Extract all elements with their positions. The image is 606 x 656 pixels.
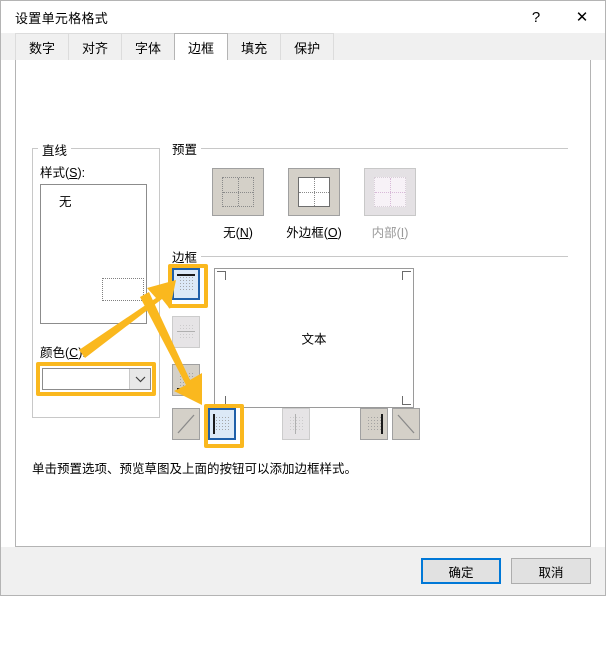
line-style-none-item[interactable]: 无 xyxy=(59,191,72,210)
color-swatch xyxy=(43,369,129,389)
tab-number[interactable]: 数字 xyxy=(15,33,70,60)
tab-font[interactable]: 字体 xyxy=(121,33,176,60)
border-vertical-middle-icon xyxy=(287,414,305,434)
line-style-selected-sample[interactable] xyxy=(102,278,144,301)
dialog-title: 设置单元格格式 xyxy=(15,10,109,26)
preset-inside-icon xyxy=(374,177,406,207)
preset-inside-button xyxy=(364,168,416,216)
ok-button[interactable]: 确定 xyxy=(421,558,501,584)
title-bar-buttons: ? ✕ xyxy=(513,1,605,33)
border-right-icon xyxy=(365,414,383,434)
hint-text: 单击预置选项、预览草图及上面的按钮可以添加边框样式。 xyxy=(32,462,358,476)
preset-inside: 内部(I) xyxy=(364,168,416,241)
border-bottom-button[interactable] xyxy=(172,364,200,396)
border-tab-panel: 直线 样式(S): 无 颜色(C): 预置 无(N) 外边框(O) 内部(I) … xyxy=(15,60,591,547)
tab-protection[interactable]: 保护 xyxy=(280,33,335,60)
preview-corner-bottom-right xyxy=(402,396,411,405)
chevron-down-icon[interactable] xyxy=(129,369,150,389)
preset-outline-label: 外边框(O) xyxy=(286,226,342,240)
border-right-button[interactable] xyxy=(360,408,388,440)
dialog-footer: 确定 取消 xyxy=(1,547,605,595)
preset-none-icon xyxy=(222,177,254,207)
close-button[interactable]: ✕ xyxy=(559,1,605,33)
preset-group: 预置 xyxy=(168,139,568,158)
border-group-rule xyxy=(168,256,568,257)
tab-border[interactable]: 边框 xyxy=(174,33,229,60)
preset-none-button[interactable] xyxy=(212,168,264,216)
border-top-icon xyxy=(177,274,195,294)
border-horizontal-middle-icon xyxy=(177,322,195,342)
tab-alignment[interactable]: 对齐 xyxy=(68,33,123,60)
tab-strip: 数字 对齐 字体 边框 填充 保护 xyxy=(1,33,605,60)
preset-buttons-row: 无(N) 外边框(O) 内部(I) xyxy=(212,168,416,241)
line-style-listbox[interactable]: 无 xyxy=(40,184,147,324)
border-group: 边框 xyxy=(168,247,568,266)
border-bottom-icon xyxy=(177,370,195,390)
cancel-button[interactable]: 取消 xyxy=(511,558,591,584)
line-group-legend: 直线 xyxy=(38,140,72,159)
border-preview[interactable]: 文本 xyxy=(214,268,414,408)
border-diagonal-down-icon xyxy=(397,414,415,434)
border-diagonal-up-icon xyxy=(177,414,195,434)
preview-sample-text: 文本 xyxy=(301,332,327,347)
preset-group-rule xyxy=(168,148,568,149)
line-group: 直线 样式(S): 无 颜色(C): xyxy=(32,140,160,418)
preset-outline-icon xyxy=(298,177,330,207)
border-vertical-middle-button xyxy=(282,408,310,440)
format-cells-dialog: 设置单元格格式 ? ✕ 数字 对齐 字体 边框 填充 保护 直线 样式(S): … xyxy=(0,0,606,596)
border-horizontal-middle-button xyxy=(172,316,200,348)
preset-outline-button[interactable] xyxy=(288,168,340,216)
border-diagonal-down-button[interactable] xyxy=(392,408,420,440)
border-top-button[interactable] xyxy=(172,268,200,300)
preset-none-label: 无(N) xyxy=(223,226,253,240)
preview-corner-top-right xyxy=(402,271,411,280)
border-left-button[interactable] xyxy=(208,408,236,440)
preset-inside-label: 内部(I) xyxy=(371,226,409,240)
preset-none: 无(N) xyxy=(212,168,264,241)
style-label: 样式(S): xyxy=(40,166,86,180)
preview-corner-top-left xyxy=(217,271,226,280)
preset-group-legend: 预置 xyxy=(168,139,202,158)
border-diagonal-up-button[interactable] xyxy=(172,408,200,440)
help-button[interactable]: ? xyxy=(513,1,559,33)
preset-outline: 外边框(O) xyxy=(286,168,342,241)
color-label: 颜色(C): xyxy=(40,346,86,360)
border-left-icon xyxy=(213,414,231,434)
tab-fill[interactable]: 填充 xyxy=(227,33,282,60)
line-color-dropdown[interactable] xyxy=(42,368,151,390)
title-bar: 设置单元格格式 ? ✕ xyxy=(1,1,605,33)
